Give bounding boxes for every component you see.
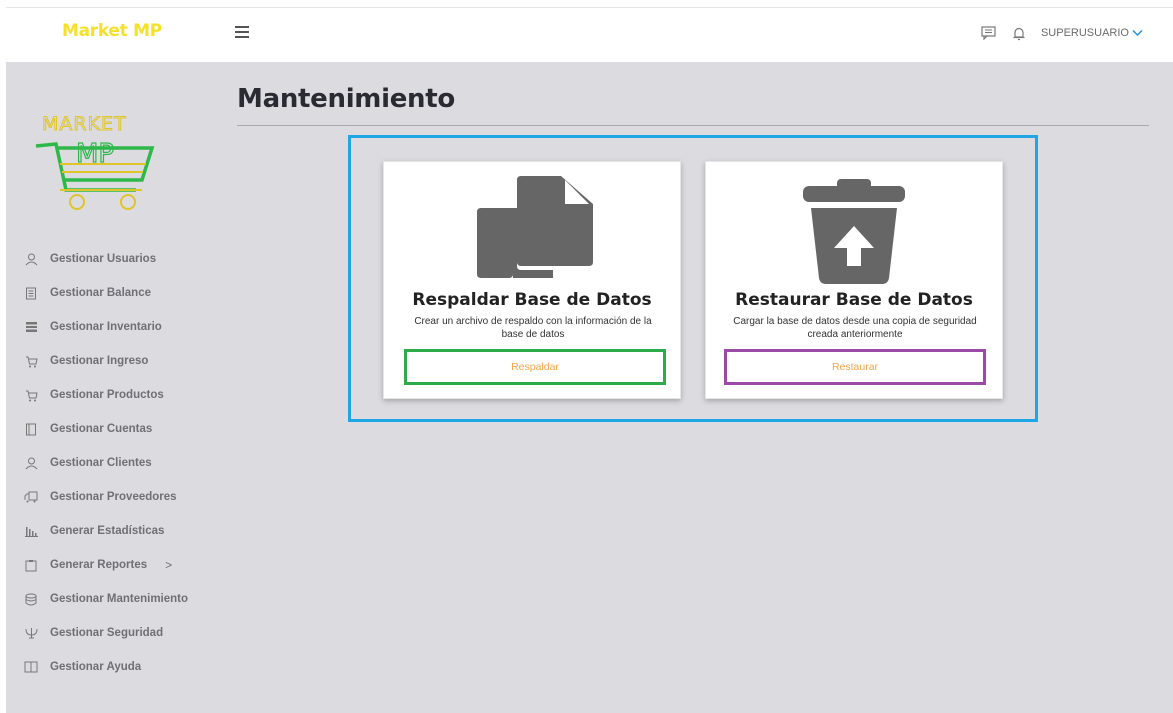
market-mp-logo: MARKET MP <box>30 106 160 221</box>
sidebar-item-label: Gestionar Clientes <box>50 457 152 469</box>
list-icon <box>24 320 38 334</box>
sidebar-item-reportes[interactable]: Generar Reportes > <box>24 548 188 582</box>
svg-text:MARKET: MARKET <box>42 113 127 135</box>
sidebar-item-label: Gestionar Proveedores <box>50 491 177 503</box>
sidebar-item-usuarios[interactable]: Gestionar Usuarios <box>24 242 188 276</box>
chevron-down-icon <box>1132 29 1143 37</box>
restore-card: Restaurar Base de Datos Cargar la base d… <box>705 161 1003 399</box>
top-right-actions: SUPERUSUARIO <box>981 25 1143 41</box>
sidebar-item-label: Gestionar Productos <box>50 389 164 401</box>
open-book-icon <box>24 660 38 674</box>
sidebar-item-label: Gestionar Balance <box>50 287 151 299</box>
restore-button[interactable]: Restaurar <box>724 349 986 385</box>
chat-icon[interactable] <box>981 25 997 41</box>
sidebar-item-clientes[interactable]: Gestionar Clientes <box>24 446 188 480</box>
menu-icon[interactable] <box>235 26 249 40</box>
sidebar-item-label: Gestionar Cuentas <box>50 423 153 435</box>
bell-icon[interactable] <box>1011 25 1027 41</box>
backup-card: Respaldar Base de Datos Crear un archivo… <box>383 161 681 399</box>
bar-chart-icon <box>24 524 38 538</box>
svg-text:MP: MP <box>76 139 114 169</box>
sidebar-item-label: Gestionar Seguridad <box>50 627 164 639</box>
sidebar-item-proveedores[interactable]: Gestionar Proveedores <box>24 480 188 514</box>
sidebar-item-label: Gestionar Ayuda <box>50 661 142 673</box>
brand-name[interactable]: Market MP <box>62 21 162 41</box>
cart-icon <box>24 354 38 368</box>
sidebar-item-mantenimiento[interactable]: Gestionar Mantenimiento <box>24 582 188 616</box>
backup-card-title: Respaldar Base de Datos <box>412 290 652 310</box>
chevron-right-icon: > <box>165 558 173 572</box>
top-bar: Market MP SUPERUSUARIO <box>6 7 1173 61</box>
sidebar-item-ayuda[interactable]: Gestionar Ayuda <box>24 650 188 684</box>
sidebar-item-balance[interactable]: Gestionar Balance <box>24 276 188 310</box>
user-menu[interactable]: SUPERUSUARIO <box>1041 27 1143 39</box>
sidebar-item-label: Gestionar Mantenimiento <box>50 593 189 605</box>
trash-restore-icon <box>799 174 909 291</box>
sidebar-item-label: Gestionar Usuarios <box>50 253 157 265</box>
sidebar-item-label: Generar Estadísticas <box>50 525 165 537</box>
shield-icon <box>24 626 38 640</box>
sidebar: MARKET MP Gestionar Usuarios Gestionar B… <box>6 62 196 713</box>
cart-icon <box>24 388 38 402</box>
user-icon <box>24 456 38 470</box>
truck-icon <box>24 490 38 504</box>
sidebar-item-label: Generar Reportes <box>50 559 148 571</box>
sidebar-item-seguridad[interactable]: Gestionar Seguridad <box>24 616 188 650</box>
maintenance-cards-frame: Respaldar Base de Datos Crear un archivo… <box>348 135 1038 422</box>
restore-card-description: Cargar la base de datos desde una copia … <box>733 316 977 340</box>
sidebar-item-label: Gestionar Ingreso <box>50 355 149 367</box>
sidebar-item-ingreso[interactable]: Gestionar Ingreso <box>24 344 188 378</box>
backup-card-description: Crear un archivo de respaldo con la info… <box>414 316 652 340</box>
title-divider <box>237 125 1149 126</box>
sidebar-item-estadisticas[interactable]: Generar Estadísticas <box>24 514 188 548</box>
clipboard-icon <box>24 558 38 572</box>
ledger-icon <box>24 286 38 300</box>
sidebar-item-cuentas[interactable]: Gestionar Cuentas <box>24 412 188 446</box>
sidebar-item-label: Gestionar Inventario <box>50 321 162 333</box>
database-icon <box>24 592 38 606</box>
restore-card-title: Restaurar Base de Datos <box>735 290 973 310</box>
user-label: SUPERUSUARIO <box>1040 27 1129 39</box>
sidebar-item-productos[interactable]: Gestionar Productos <box>24 378 188 412</box>
user-icon <box>24 252 38 266</box>
sidebar-item-inventario[interactable]: Gestionar Inventario <box>24 310 188 344</box>
page-title: Mantenimiento <box>237 84 455 114</box>
main-area: MARKET MP Gestionar Usuarios Gestionar B… <box>6 62 1173 713</box>
copy-files-icon <box>471 174 593 289</box>
book-icon <box>24 422 38 436</box>
sidebar-nav: Gestionar Usuarios Gestionar Balance Ges… <box>24 242 188 684</box>
backup-button[interactable]: Respaldar <box>404 349 666 385</box>
